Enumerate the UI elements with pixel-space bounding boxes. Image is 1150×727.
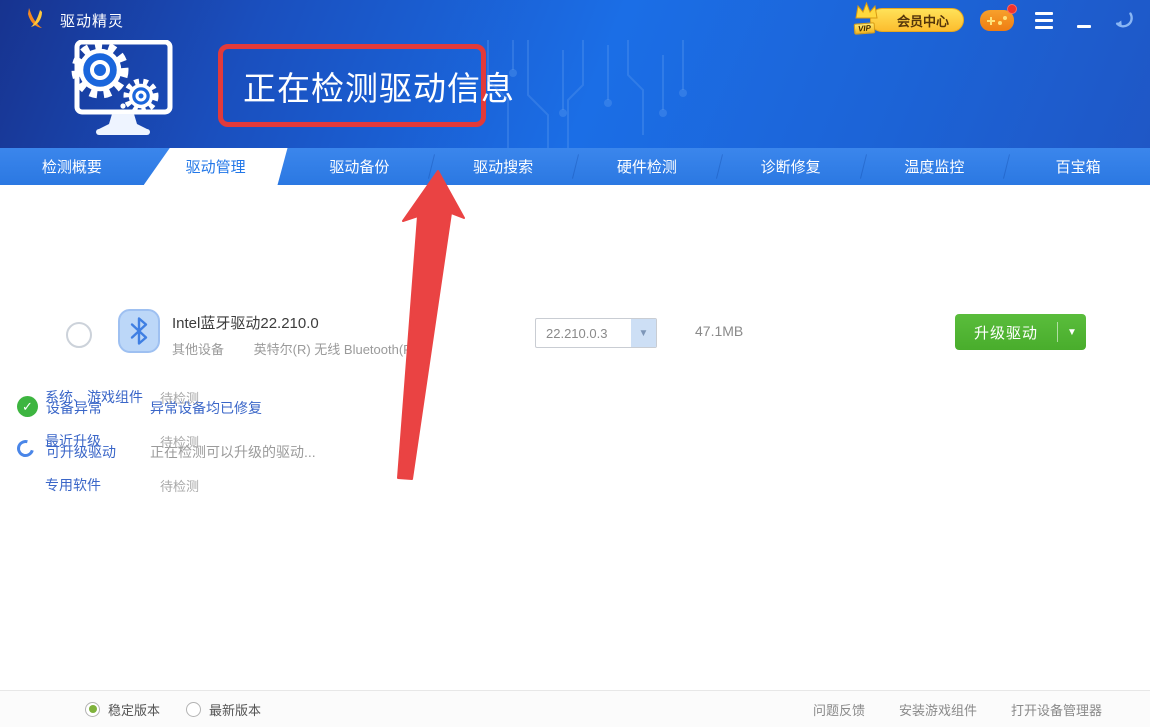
category-label: 最近升级 bbox=[45, 431, 101, 451]
category-status: 待检测 bbox=[160, 476, 199, 495]
tab-diagnose-repair[interactable]: 诊断修复 bbox=[719, 148, 863, 185]
feedback-link[interactable]: 问题反馈 bbox=[813, 700, 865, 719]
footer-bar: 稳定版本 最新版本 问题反馈 安装游戏组件 打开设备管理器 bbox=[0, 690, 1150, 727]
top-banner: 驱动精灵 会员中心 VIP bbox=[0, 0, 1150, 148]
tab-toolbox[interactable]: 百宝箱 bbox=[1006, 148, 1150, 185]
driver-name: Intel蓝牙驱动22.210.0 bbox=[172, 312, 319, 333]
app-title: 驱动精灵 bbox=[60, 10, 124, 31]
driver-subtitle: 其他设备 英特尔(R) 无线 Bluetooth(R) bbox=[172, 339, 417, 358]
category-status: 待检测 bbox=[160, 388, 199, 407]
upgrade-driver-button[interactable]: 升级驱动 ▼ bbox=[955, 314, 1086, 350]
category-label: 系统、游戏组件 bbox=[45, 387, 143, 407]
version-dropdown[interactable]: 22.210.0.3 ▼ bbox=[535, 318, 657, 348]
tab-driver-backup[interactable]: 驱动备份 bbox=[288, 148, 432, 185]
tabbar: 检测概要 驱动管理 驱动备份 驱动搜索 硬件检测 诊断修复 温度监控 百宝箱 bbox=[0, 148, 1150, 185]
pending-row-recent-upgrade: 最近升级 待检测 bbox=[0, 431, 1150, 451]
annotation-box: 正在检测驱动信息 bbox=[218, 44, 486, 127]
game-center-icon[interactable] bbox=[980, 7, 1016, 33]
vip-member-button[interactable]: 会员中心 VIP bbox=[852, 7, 964, 33]
latest-version-radio[interactable]: 最新版本 bbox=[186, 700, 261, 719]
tab-driver-search[interactable]: 驱动搜索 bbox=[431, 148, 575, 185]
bluetooth-icon bbox=[118, 309, 160, 353]
app-window: 驱动精灵 会员中心 VIP bbox=[0, 0, 1150, 727]
radio-unselected-icon bbox=[186, 702, 201, 717]
minimize-icon[interactable] bbox=[1072, 8, 1096, 32]
detect-status-title: 正在检测驱动信息 bbox=[223, 62, 515, 110]
version-value: 22.210.0.3 bbox=[536, 319, 631, 347]
notification-dot bbox=[1007, 4, 1017, 14]
pending-row-system-game: 系统、游戏组件 待检测 bbox=[0, 387, 1150, 407]
radio-selected-icon bbox=[85, 702, 100, 717]
logo-swoosh-icon bbox=[26, 7, 50, 33]
menu-icon[interactable] bbox=[1032, 8, 1056, 32]
driver-size: 47.1MB bbox=[695, 323, 743, 339]
tab-temperature-monitor[interactable]: 温度监控 bbox=[863, 148, 1007, 185]
titlebar: 驱动精灵 会员中心 VIP bbox=[0, 0, 1150, 40]
category-status: 待检测 bbox=[160, 432, 199, 451]
main-content: ✓ 设备异常 异常设备均已修复 可升级驱动 正在检测可以升级的驱动... Int… bbox=[0, 185, 1150, 690]
pending-row-dedicated-software: 专用软件 待检测 bbox=[0, 475, 1150, 495]
chevron-down-icon[interactable]: ▼ bbox=[1058, 327, 1086, 338]
header: 正在检测驱动信息 bbox=[0, 40, 1150, 148]
crown-icon bbox=[852, 1, 880, 23]
undo-back-icon[interactable] bbox=[1112, 8, 1136, 32]
open-device-manager-link[interactable]: 打开设备管理器 bbox=[1011, 700, 1102, 719]
app-logo: 驱动精灵 bbox=[26, 7, 124, 33]
upgrade-button-label: 升级驱动 bbox=[955, 322, 1057, 343]
tab-driver-management[interactable]: 驱动管理 bbox=[144, 148, 288, 185]
computer-gears-icon bbox=[60, 40, 176, 140]
driver-category: 其他设备 bbox=[172, 342, 224, 357]
driver-select-radio[interactable] bbox=[66, 322, 92, 348]
chevron-down-icon[interactable]: ▼ bbox=[631, 319, 656, 347]
driver-device: 英特尔(R) 无线 Bluetooth(R) bbox=[254, 342, 417, 357]
stable-version-radio[interactable]: 稳定版本 bbox=[85, 700, 160, 719]
tab-overview[interactable]: 检测概要 bbox=[0, 148, 144, 185]
driver-row-intel-bluetooth: Intel蓝牙驱动22.210.0 其他设备 英特尔(R) 无线 Bluetoo… bbox=[0, 308, 1150, 368]
category-label: 专用软件 bbox=[45, 475, 101, 495]
vip-tag-label: VIP bbox=[854, 22, 876, 34]
tab-hardware-check[interactable]: 硬件检测 bbox=[575, 148, 719, 185]
install-game-components-link[interactable]: 安装游戏组件 bbox=[899, 700, 977, 719]
vip-member-label: 会员中心 bbox=[897, 11, 949, 30]
